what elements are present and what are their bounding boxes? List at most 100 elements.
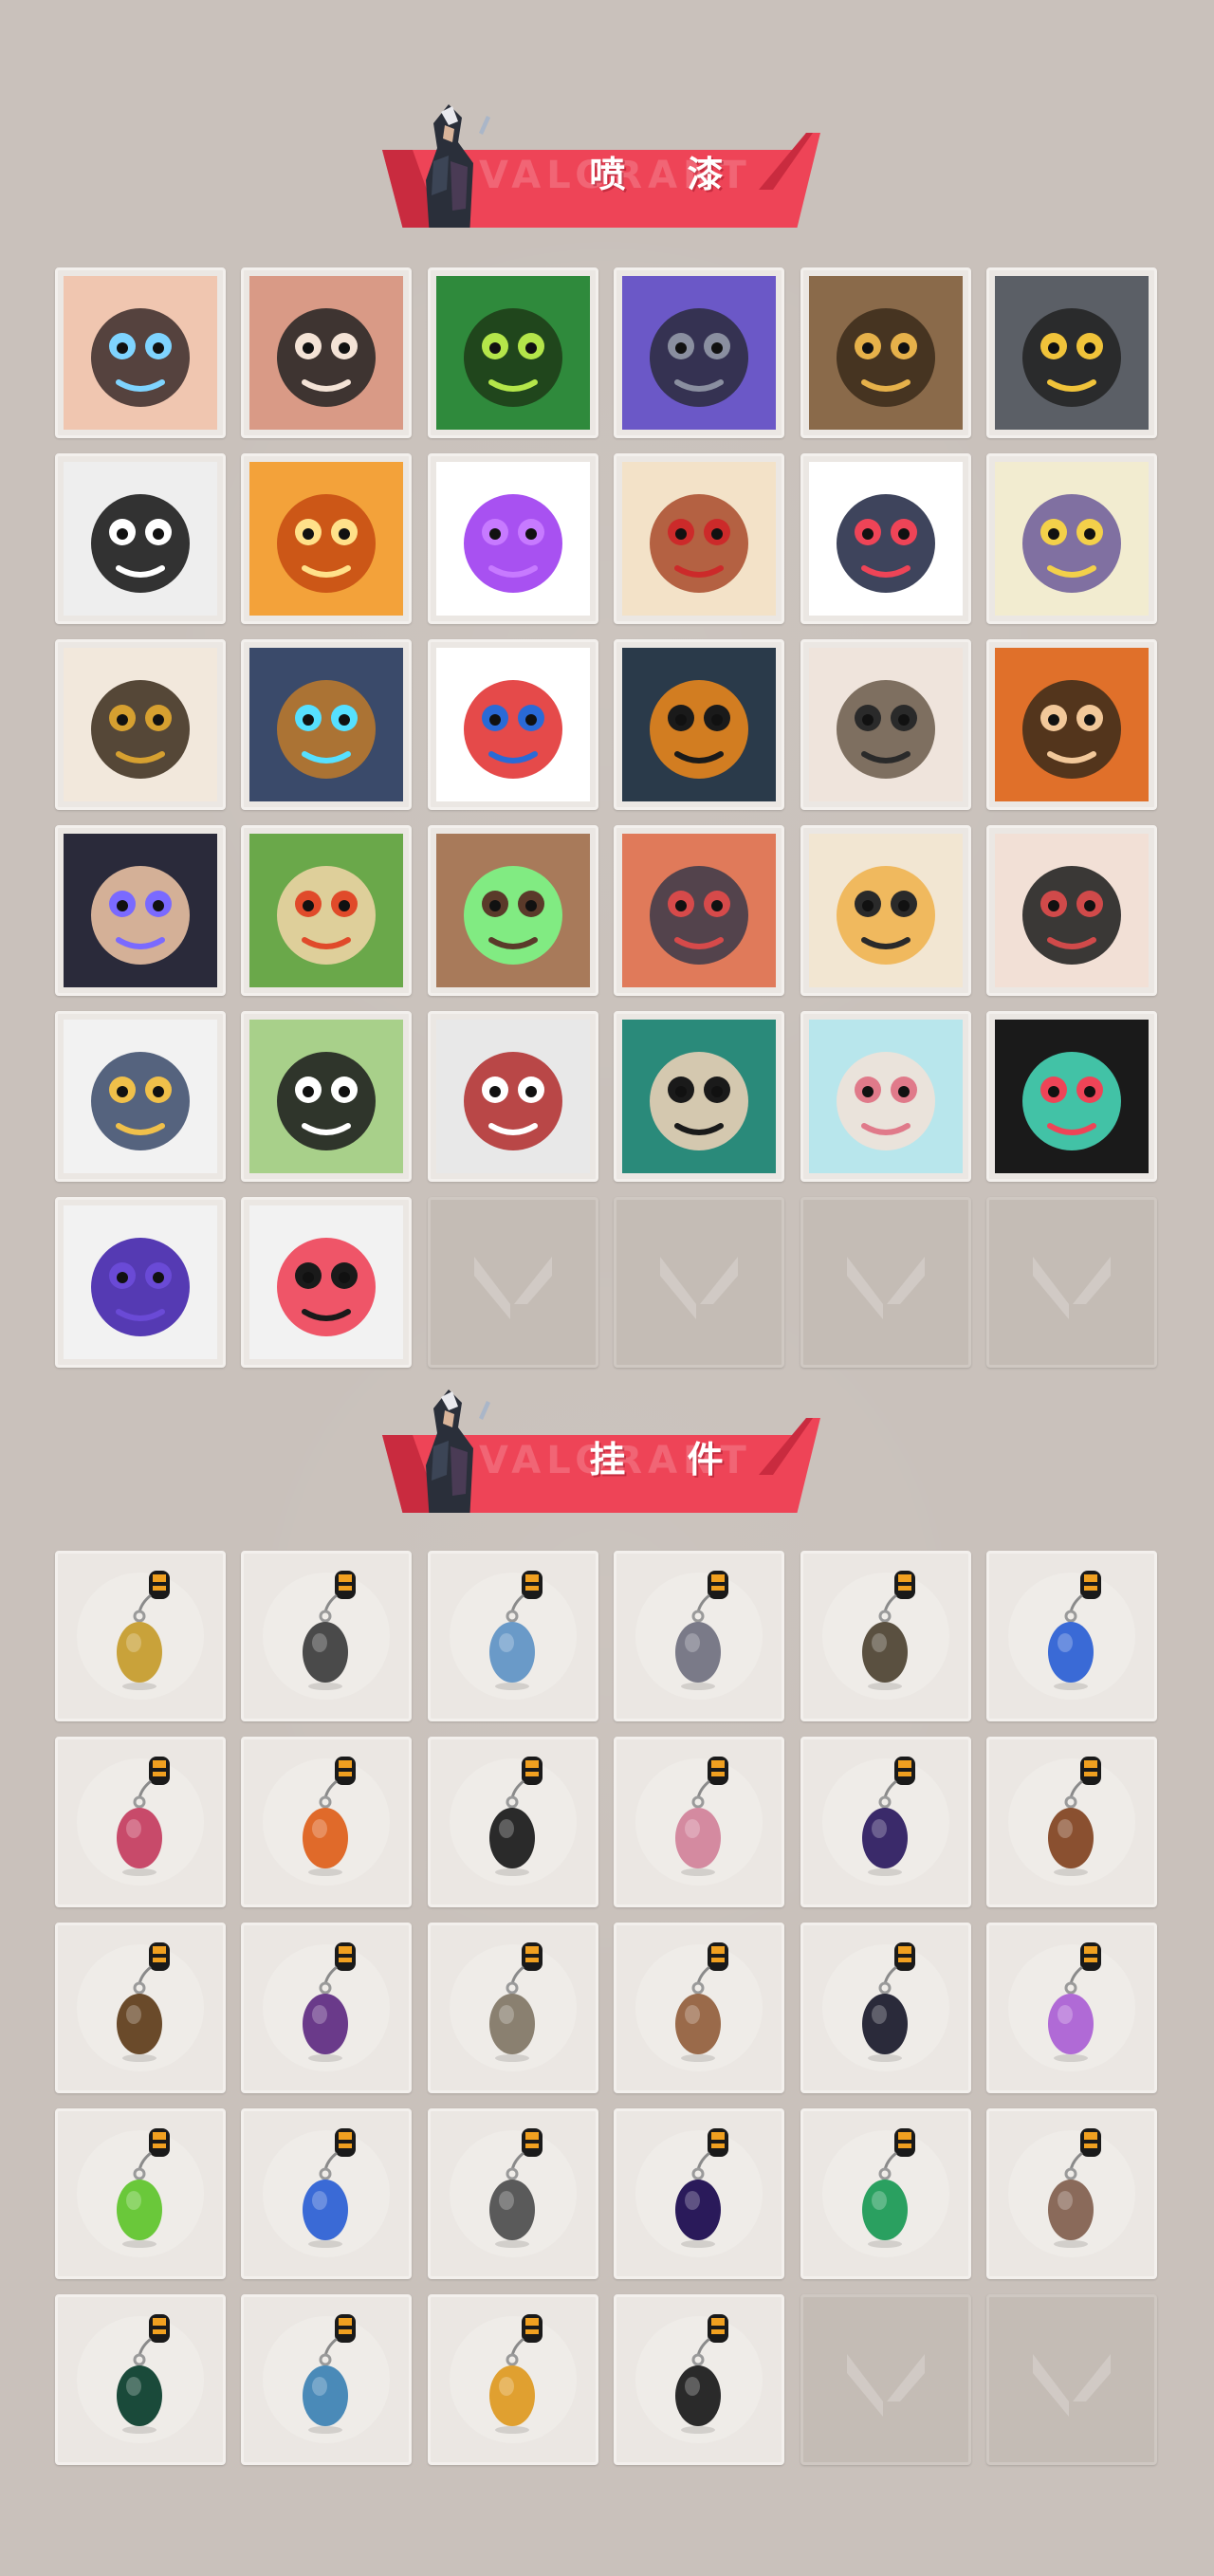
empty-slot-icon bbox=[616, 1200, 782, 1365]
spray-tile[interactable] bbox=[986, 267, 1157, 438]
spray-tile[interactable] bbox=[428, 1011, 598, 1182]
buddy-tile[interactable] bbox=[614, 1923, 784, 2093]
spray-goggles-girl-icon bbox=[616, 1014, 782, 1179]
buddy-tile[interactable] bbox=[986, 1737, 1157, 1907]
spray-angry-face-icon bbox=[244, 270, 409, 435]
buddy-ep9-badge-icon bbox=[803, 1739, 968, 1904]
buddy-tile[interactable] bbox=[241, 1551, 412, 1721]
spray-tile[interactable] bbox=[241, 639, 412, 810]
spray-tile[interactable] bbox=[241, 825, 412, 996]
buddy-tile[interactable] bbox=[800, 2108, 971, 2279]
spray-tile[interactable] bbox=[241, 1011, 412, 1182]
spray-tile[interactable] bbox=[241, 267, 412, 438]
buddy-tile[interactable] bbox=[55, 1551, 226, 1721]
spray-sleeping-cat-icon bbox=[989, 456, 1154, 621]
buddy-tile[interactable] bbox=[55, 1737, 226, 1907]
buddy-tile[interactable] bbox=[241, 2108, 412, 2279]
spray-tile[interactable] bbox=[800, 825, 971, 996]
buddy-tile[interactable] bbox=[800, 1551, 971, 1721]
buddy-tile[interactable] bbox=[986, 1551, 1157, 1721]
spray-tile[interactable] bbox=[614, 825, 784, 996]
spray-tile[interactable] bbox=[986, 639, 1157, 810]
spray-old-man-goggles-icon bbox=[616, 456, 782, 621]
spray-tile[interactable] bbox=[986, 1011, 1157, 1182]
spray-robot-eye-icon bbox=[989, 270, 1154, 435]
buddy-agent-figure-icon bbox=[244, 1925, 409, 2090]
spray-orange-tiger-mask-icon bbox=[244, 456, 409, 621]
spray-valorant-logo-icon bbox=[989, 1014, 1154, 1179]
buddies-banner: VALORANT 挂 件 bbox=[375, 1380, 820, 1513]
buddy-tile[interactable] bbox=[428, 1923, 598, 2093]
spray-tile[interactable] bbox=[428, 267, 598, 438]
buddy-tile[interactable] bbox=[241, 1923, 412, 2093]
buddy-tile[interactable] bbox=[241, 2294, 412, 2465]
spray-tile[interactable] bbox=[614, 453, 784, 624]
spray-face-butterfly-icon bbox=[58, 270, 223, 435]
spray-frog-hat-icon bbox=[244, 1014, 409, 1179]
spray-tiger-icon bbox=[803, 828, 968, 993]
buddy-tile[interactable] bbox=[986, 1923, 1157, 2093]
buddy-tile[interactable] bbox=[55, 1923, 226, 2093]
sprays-banner: VALORANT 喷 漆 bbox=[375, 95, 820, 228]
buddy-radio-icon bbox=[431, 2111, 596, 2276]
spray-star-badge-icon bbox=[58, 456, 223, 621]
spray-tile[interactable] bbox=[428, 453, 598, 624]
spray-blue-hair-girl-icon bbox=[803, 1014, 968, 1179]
spray-tile[interactable] bbox=[55, 267, 226, 438]
buddy-tile[interactable] bbox=[800, 1737, 971, 1907]
empty-slot bbox=[986, 1197, 1157, 1368]
empty-slot bbox=[428, 1197, 598, 1368]
buddy-pouch-icon bbox=[803, 1554, 968, 1719]
spray-tile[interactable] bbox=[55, 453, 226, 624]
buddy-tile[interactable] bbox=[614, 1737, 784, 1907]
buddy-blue-bottle-icon bbox=[989, 1554, 1154, 1719]
buddy-braid-icon bbox=[431, 1739, 596, 1904]
empty-slot-icon bbox=[803, 2297, 968, 2462]
buddies-grid bbox=[55, 1551, 1159, 2480]
spray-tile[interactable] bbox=[800, 639, 971, 810]
spray-tile[interactable] bbox=[614, 639, 784, 810]
buddy-tile[interactable] bbox=[614, 1551, 784, 1721]
buddy-tile[interactable] bbox=[614, 2108, 784, 2279]
buddy-tile[interactable] bbox=[986, 2108, 1157, 2279]
buddy-tile[interactable] bbox=[614, 2294, 784, 2465]
spray-green-box-icon bbox=[244, 828, 409, 993]
buddy-raccoon-astronaut-icon bbox=[616, 1554, 782, 1719]
spray-purple-graffiti-icon bbox=[431, 456, 596, 621]
spray-tile[interactable] bbox=[428, 639, 598, 810]
buddy-crate-icon bbox=[616, 1925, 782, 2090]
spray-tile[interactable] bbox=[55, 1011, 226, 1182]
buddy-tile[interactable] bbox=[428, 1551, 598, 1721]
buddy-tile[interactable] bbox=[55, 2294, 226, 2465]
spray-tile[interactable] bbox=[800, 453, 971, 624]
buddy-tile[interactable] bbox=[428, 2108, 598, 2279]
spray-tile[interactable] bbox=[55, 1197, 226, 1368]
spray-tile[interactable] bbox=[800, 267, 971, 438]
spray-tile[interactable] bbox=[55, 639, 226, 810]
spray-tile[interactable] bbox=[614, 1011, 784, 1182]
buddy-tile[interactable] bbox=[241, 1737, 412, 1907]
buddy-drone-icon bbox=[244, 1554, 409, 1719]
spray-tile[interactable] bbox=[241, 453, 412, 624]
spray-tile[interactable] bbox=[55, 825, 226, 996]
spray-tile[interactable] bbox=[800, 1011, 971, 1182]
buddy-chili-icon bbox=[244, 1739, 409, 1904]
spray-orange-hat-icon bbox=[616, 642, 782, 807]
spray-tile[interactable] bbox=[428, 825, 598, 996]
spray-tile[interactable] bbox=[614, 267, 784, 438]
spray-red-valorant-icon bbox=[244, 1200, 409, 1365]
spray-tile[interactable] bbox=[986, 453, 1157, 624]
buddy-sword-icon bbox=[58, 1739, 223, 1904]
buddy-tile[interactable] bbox=[55, 2108, 226, 2279]
buddy-lava-lamp-icon bbox=[989, 1925, 1154, 2090]
buddy-ep9-token-icon bbox=[616, 2111, 782, 2276]
buddy-bread-box-icon bbox=[431, 1554, 596, 1719]
spray-x-button-icon bbox=[431, 1014, 596, 1179]
spray-tile[interactable] bbox=[241, 1197, 412, 1368]
buddy-tile[interactable] bbox=[428, 2294, 598, 2465]
buddy-cupcake-icon bbox=[616, 1739, 782, 1904]
buddy-tile[interactable] bbox=[800, 1923, 971, 2093]
spray-bearded-man-icon bbox=[989, 642, 1154, 807]
spray-tile[interactable] bbox=[986, 825, 1157, 996]
buddy-tile[interactable] bbox=[428, 1737, 598, 1907]
